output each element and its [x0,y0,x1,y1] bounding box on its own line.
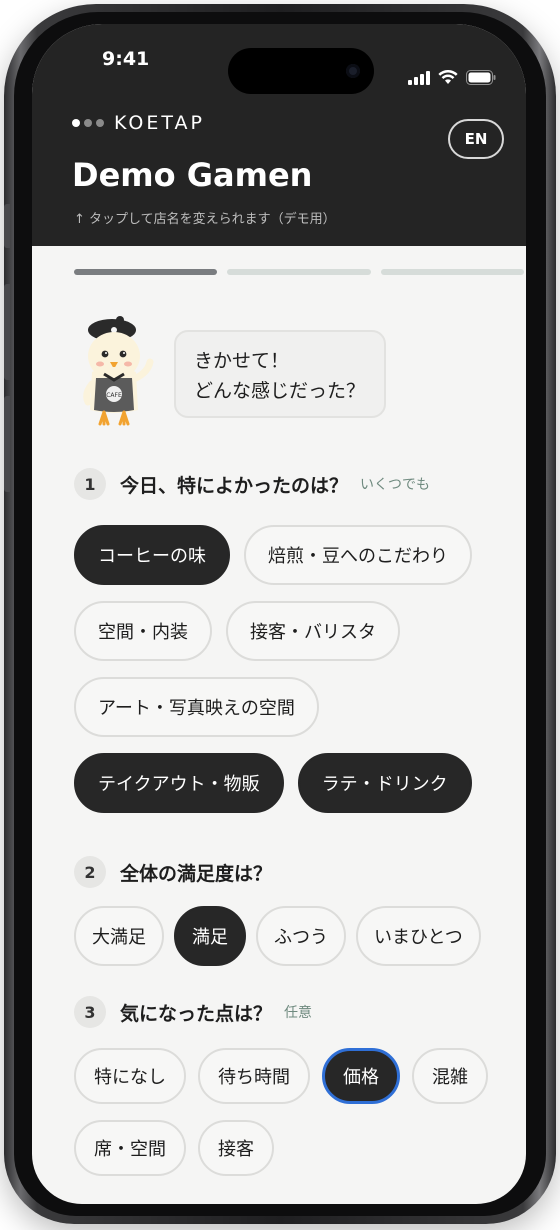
wifi-icon [438,70,458,84]
volume-down-button [4,396,10,492]
question-title: 今日、特によかったのは？ [120,474,349,497]
question-number: 2 [74,856,106,888]
question-1-options: コーヒーの味 焙煎・豆へのこだわり 空間・内装 接客・バリスタ アート・写真映え… [74,525,526,829]
volume-up-button [4,284,10,380]
question-number: 1 [74,468,106,500]
option-chip-price[interactable]: 価格 [322,1048,400,1104]
option-chip-nothing[interactable]: 特になし [74,1048,186,1104]
option-chip-latte-drink[interactable]: ラテ・ドリンク [297,753,472,813]
store-name[interactable]: Demo Gamen [72,156,312,194]
option-chip-crowded[interactable]: 混雑 [412,1048,488,1104]
option-chip-coffee-taste[interactable]: コーヒーの味 [74,525,230,585]
app-screen: 9:41 KOETAP EN Demo Gamen ↑ タップして店名を変えられ… [32,24,526,1204]
question-3-options: 特になし 待ち時間 価格 混雑 席・空間 接客 [74,1048,526,1192]
brand-name: KOETAP [114,112,205,134]
option-chip-takeout-goods[interactable]: テイクアウト・物販 [74,753,284,813]
question-title: 全体の満足度は？ [120,862,273,885]
status-time: 9:41 [102,48,150,70]
progress-step-3 [380,269,524,275]
question-2-header: 2 全体の満足度は？ [74,856,272,888]
option-chip-roasting[interactable]: 焙煎・豆へのこだわり [244,525,472,585]
option-chip-not-great[interactable]: いまひとつ [356,906,481,966]
store-name-hint: ↑ タップして店名を変えられます（デモ用） [74,212,336,227]
progress-bar [74,269,524,275]
option-chip-seats-space[interactable]: 席・空間 [74,1120,186,1176]
signal-icon [408,70,430,85]
question-note: いくつでも [360,477,431,493]
speech-bubble: きかせて！ どんな感じだった？ [174,330,386,418]
dynamic-island [228,48,374,94]
bubble-line-2: どんな感じだった？ [194,380,366,402]
question-3-header: 3 気になった点は？ 任意 [74,996,312,1028]
option-chip-service-barista[interactable]: 接客・バリスタ [226,601,400,661]
question-title: 気になった点は？ [120,1002,273,1025]
question-2-options: 大満足 満足 ふつう いまひとつ [74,906,526,982]
battery-icon [466,70,496,85]
question-note: 任意 [284,1005,313,1021]
option-chip-art-photo-space[interactable]: アート・写真映えの空間 [74,677,319,737]
phone-frame: 9:41 KOETAP EN Demo Gamen ↑ タップして店名を変えられ… [4,4,556,1224]
mascot-badge-text: CAFE [106,392,122,399]
option-chip-service[interactable]: 接客 [198,1120,274,1176]
action-button [4,204,10,248]
brand-logo: KOETAP [72,112,205,134]
question-1-header: 1 今日、特によかったのは？ いくつでも [74,468,430,500]
progress-step-2 [227,269,371,275]
status-icons [408,70,496,85]
option-chip-neutral[interactable]: ふつう [256,906,346,966]
option-chip-very-satisfied[interactable]: 大満足 [74,906,164,966]
option-chip-space-interior[interactable]: 空間・内装 [74,601,212,661]
app-header: 9:41 KOETAP EN Demo Gamen ↑ タップして店名を変えられ… [32,24,526,246]
brand-dots-icon [72,119,104,127]
camera-icon [346,64,360,78]
option-chip-wait-time[interactable]: 待ち時間 [198,1048,310,1104]
bubble-line-1: きかせて！ [194,350,290,372]
option-chip-satisfied[interactable]: 満足 [174,906,246,966]
language-toggle-button[interactable]: EN [448,119,504,159]
progress-step-1 [74,269,218,275]
question-number: 3 [74,996,106,1028]
chick-mascot-icon: CAFE [83,316,154,426]
